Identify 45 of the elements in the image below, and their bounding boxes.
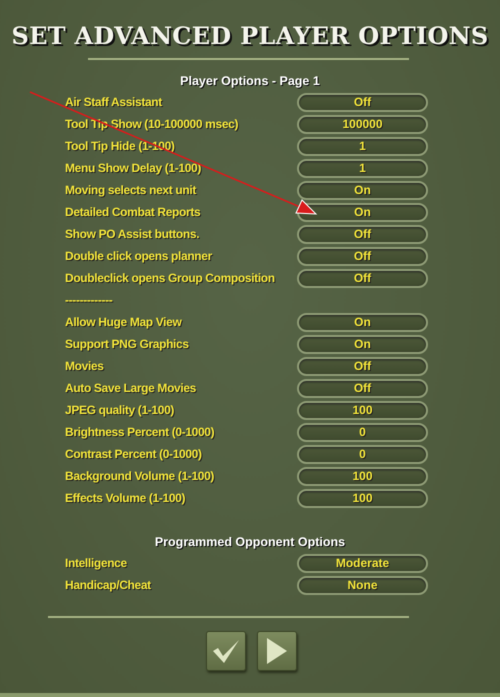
section-heading: Player Options - Page 1 bbox=[179, 74, 321, 88]
option-label: Handicap/Cheat bbox=[65, 578, 152, 592]
option-value-button[interactable]: On bbox=[297, 202, 428, 222]
option-value-button[interactable]: Moderate bbox=[297, 554, 428, 572]
option-label: Double click opens planner bbox=[65, 249, 214, 263]
option-label: Background Volume (1-100) bbox=[65, 469, 216, 483]
option-value-button[interactable]: Off bbox=[297, 268, 428, 288]
option-label: Doubleclick opens Group Composition bbox=[65, 271, 276, 285]
option-value-button[interactable]: On bbox=[297, 312, 428, 332]
option-label: Allow Huge Map View bbox=[65, 315, 183, 329]
option-value-button[interactable]: Off bbox=[297, 378, 428, 398]
option-value-button[interactable]: None bbox=[297, 576, 428, 594]
play-icon bbox=[266, 637, 288, 665]
option-value-button[interactable]: 0 bbox=[297, 422, 428, 442]
option-label: Brightness Percent (0-1000) bbox=[65, 425, 216, 439]
option-value-button[interactable]: 0 bbox=[297, 444, 428, 464]
option-label: Effects Volume (1-100) bbox=[65, 491, 186, 505]
option-label: Menu Show Delay (1-100) bbox=[65, 161, 202, 175]
option-value-button[interactable]: 100 bbox=[297, 466, 428, 486]
next-button[interactable] bbox=[257, 631, 297, 671]
option-label: Contrast Percent (0-1000) bbox=[65, 447, 203, 461]
option-value-button[interactable]: 100 bbox=[297, 400, 428, 420]
option-label: Moving selects next unit bbox=[65, 183, 198, 197]
section-heading: Programmed Opponent Options bbox=[154, 535, 346, 549]
option-label: Support PNG Graphics bbox=[65, 337, 190, 351]
option-label: Auto Save Large Movies bbox=[65, 381, 198, 395]
option-value-button[interactable]: 100000 bbox=[297, 114, 428, 134]
option-value-button[interactable]: Off bbox=[297, 246, 428, 266]
option-value-button[interactable]: On bbox=[297, 180, 428, 200]
option-label: Intelligence bbox=[65, 556, 128, 570]
option-value-button[interactable]: Off bbox=[297, 356, 428, 376]
option-value-button[interactable]: On bbox=[297, 334, 428, 354]
option-label: JPEG quality (1-100) bbox=[65, 403, 176, 417]
option-value-button[interactable]: Off bbox=[297, 224, 428, 244]
option-label: Air Staff Assistant bbox=[65, 95, 164, 109]
option-value-button[interactable]: 1 bbox=[297, 158, 428, 178]
option-label: Movies bbox=[65, 359, 105, 373]
option-label: Detailed Combat Reports bbox=[65, 205, 202, 219]
confirm-button[interactable] bbox=[206, 631, 246, 671]
option-value-button[interactable]: 1 bbox=[297, 136, 428, 156]
panel-title: SET ADVANCED PLAYER OPTIONS bbox=[10, 20, 490, 52]
option-label: Show PO Assist buttons. bbox=[65, 227, 200, 241]
option-value-button[interactable]: 100 bbox=[297, 488, 428, 508]
separator-text: ------------- bbox=[65, 293, 114, 307]
option-value-button[interactable]: Off bbox=[297, 92, 428, 112]
